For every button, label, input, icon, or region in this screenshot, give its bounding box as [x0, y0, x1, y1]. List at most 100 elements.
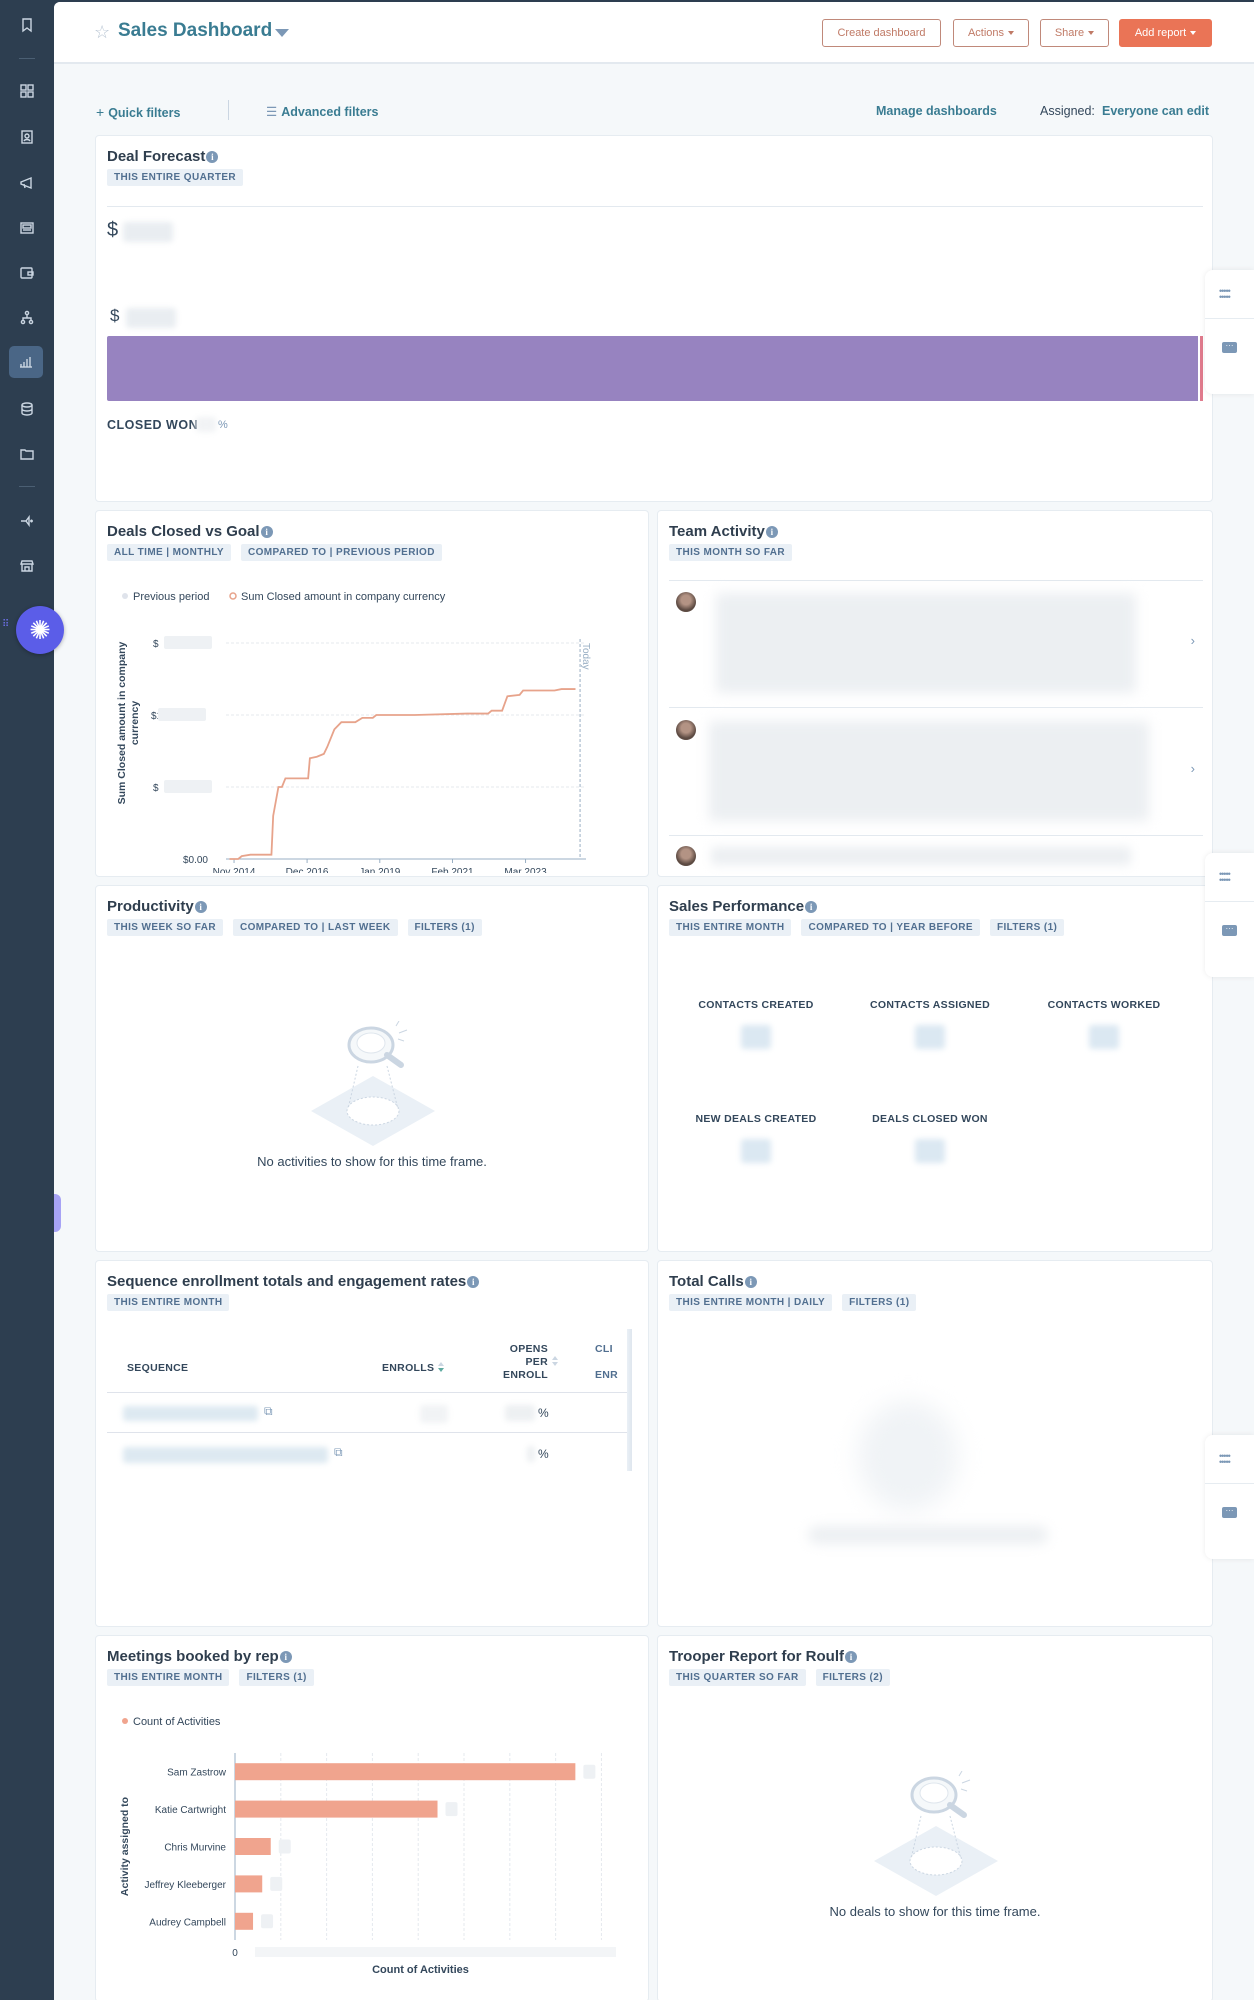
info-icon[interactable]: i [194, 901, 207, 913]
line-chart[interactable]: Previous period Sum Closed amount in comp… [96, 573, 650, 873]
report-title[interactable]: Trooper Report for Roulf i [669, 1648, 857, 1665]
database-icon[interactable] [14, 396, 40, 422]
date-range-tag[interactable]: THIS ENTIRE MONTH | DAILY [669, 1294, 833, 1311]
side-panel-tab[interactable] [54, 1194, 61, 1232]
wallet-icon[interactable] [14, 260, 40, 286]
info-icon[interactable]: i [744, 1276, 757, 1288]
date-range-tag[interactable]: THIS ENTIRE QUARTER [107, 169, 244, 186]
info-icon[interactable]: i [206, 151, 219, 163]
external-link-icon[interactable]: ⧉ [264, 1404, 273, 1419]
star-icon[interactable]: ☆ [94, 22, 110, 43]
date-range-tag[interactable]: THIS WEEK SO FAR [107, 919, 223, 936]
folder-icon[interactable] [14, 441, 40, 467]
chevron-right-icon[interactable]: › [1191, 761, 1195, 776]
content-icon[interactable] [14, 215, 40, 241]
add-report-button[interactable]: Add report [1119, 19, 1212, 47]
info-icon[interactable]: i [260, 526, 273, 538]
grid-icon[interactable] [14, 78, 40, 104]
date-range-tag[interactable]: THIS MONTH SO FAR [669, 544, 793, 561]
horizontal-scrollbar-shadow[interactable] [627, 1329, 632, 1471]
report-title[interactable]: Deal Forecast i [107, 148, 219, 165]
report-title[interactable]: Meetings booked by rep i [107, 1648, 292, 1665]
workflow-icon[interactable] [14, 305, 40, 331]
column-header-sequence[interactable]: SEQUENCE [127, 1362, 188, 1375]
comparison-tag[interactable]: COMPARED TO | LAST WEEK [232, 919, 398, 936]
bar[interactable] [235, 1912, 254, 1930]
bar-chart-icon[interactable] [9, 346, 43, 378]
filters-tag[interactable]: FILTERS (1) [842, 1294, 917, 1311]
sort-icon[interactable] [552, 1356, 558, 1368]
store-icon[interactable] [14, 553, 40, 579]
sequence-name-redacted[interactable] [123, 1406, 258, 1421]
activity-item[interactable] [669, 837, 1203, 876]
megaphone-icon[interactable] [14, 170, 40, 196]
sparkle-icon[interactable] [14, 508, 40, 534]
drag-handle-icon[interactable]: ⠿ [2, 620, 10, 630]
report-title[interactable]: Total Calls i [669, 1273, 757, 1290]
report-title[interactable]: Sales Performance i [669, 898, 818, 915]
assigned-value-link[interactable]: Everyone can edit [1102, 104, 1209, 118]
report-title[interactable]: Sequence enrollment totals and engagemen… [107, 1273, 480, 1290]
asterisk-icon[interactable]: ✺ [16, 606, 64, 654]
manage-dashboards-link[interactable]: Manage dashboards [876, 104, 997, 118]
advanced-filters-button[interactable]: ☰ Advanced filters [266, 104, 378, 119]
info-icon[interactable]: i [765, 526, 778, 538]
bar-chart[interactable]: Count of Activities Sam Zastrow Katie Cart… [96, 1698, 650, 2000]
actions-button[interactable]: Actions [953, 19, 1029, 47]
bar[interactable] [235, 1875, 263, 1893]
metric-contacts-created[interactable]: CONTACTS CREATED [671, 999, 841, 1049]
table-row[interactable]: ⧉ % [107, 1434, 627, 1474]
comment-icon[interactable]: ··· [1222, 925, 1237, 936]
report-title[interactable]: Productivity i [107, 898, 207, 915]
date-range-tag[interactable]: THIS ENTIRE MONTH [669, 919, 792, 936]
chevron-right-icon[interactable]: › [1191, 633, 1195, 648]
activity-item[interactable]: › [669, 581, 1203, 708]
info-icon[interactable]: i [467, 1276, 480, 1288]
drag-grid-icon[interactable]: ••••• ••••• [1219, 870, 1231, 885]
quick-filters-button[interactable]: + Quick filters [96, 104, 180, 120]
filters-tag[interactable]: FILTERS (1) [239, 1669, 314, 1686]
table-row[interactable]: ⧉ % [107, 1393, 627, 1433]
create-dashboard-button[interactable]: Create dashboard [822, 19, 941, 47]
contacts-icon[interactable] [14, 124, 40, 150]
comment-icon[interactable]: ··· [1222, 1507, 1237, 1518]
dashboard-title[interactable]: Sales Dashboard [118, 20, 272, 42]
info-icon[interactable]: i [805, 901, 818, 913]
sequence-name-redacted[interactable] [123, 1447, 328, 1463]
column-header-opens-per-enroll[interactable]: OPENS PER ENROLL [488, 1343, 558, 1382]
bar[interactable] [235, 1763, 576, 1781]
bookmark-icon[interactable] [14, 12, 40, 38]
share-button[interactable]: Share [1040, 19, 1109, 47]
chevron-down-icon[interactable] [275, 29, 289, 37]
filters-tag[interactable]: FILTERS (1) [407, 919, 482, 936]
metric-new-deals-created[interactable]: NEW DEALS CREATED [671, 1113, 841, 1163]
comment-icon[interactable]: ··· [1222, 342, 1237, 353]
info-icon[interactable]: i [279, 1651, 292, 1663]
date-range-tag[interactable]: THIS ENTIRE MONTH [107, 1294, 230, 1311]
report-title[interactable]: Team Activity i [669, 523, 778, 540]
bar[interactable] [235, 1838, 271, 1855]
report-title[interactable]: Deals Closed vs Goal i [107, 523, 273, 540]
comparison-tag[interactable]: COMPARED TO | YEAR BEFORE [801, 919, 980, 936]
activity-item[interactable]: › [669, 709, 1203, 836]
drag-grid-icon[interactable]: ••••• ••••• [1219, 287, 1231, 302]
date-range-tag[interactable]: ALL TIME | MONTHLY [107, 544, 231, 561]
drag-grid-icon[interactable]: ••••• ••••• [1219, 1452, 1231, 1467]
metric-contacts-assigned[interactable]: CONTACTS ASSIGNED [845, 999, 1015, 1049]
sort-icon[interactable] [438, 1362, 445, 1374]
metric-value-redacted [915, 1025, 945, 1049]
column-header-clicks-per-enroll[interactable]: CLI ENR [595, 1343, 618, 1382]
filters-tag[interactable]: FILTERS (1) [989, 919, 1065, 936]
forecast-bar[interactable] [107, 336, 1203, 401]
comparison-tag[interactable]: COMPARED TO | PREVIOUS PERIOD [241, 544, 442, 561]
column-header-enrolls[interactable]: ENROLLS [382, 1362, 445, 1375]
date-range-tag[interactable]: THIS ENTIRE MONTH [107, 1669, 230, 1686]
filters-tag[interactable]: FILTERS (2) [815, 1669, 890, 1686]
info-icon[interactable]: i [845, 1651, 857, 1663]
forecast-bar-fill[interactable] [107, 336, 1198, 401]
metric-deals-closed-won[interactable]: DEALS CLOSED WON [845, 1113, 1015, 1163]
external-link-icon[interactable]: ⧉ [334, 1445, 343, 1460]
bar[interactable] [235, 1800, 438, 1818]
date-range-tag[interactable]: THIS QUARTER SO FAR [669, 1669, 806, 1686]
metric-contacts-worked[interactable]: CONTACTS WORKED [1019, 999, 1189, 1049]
